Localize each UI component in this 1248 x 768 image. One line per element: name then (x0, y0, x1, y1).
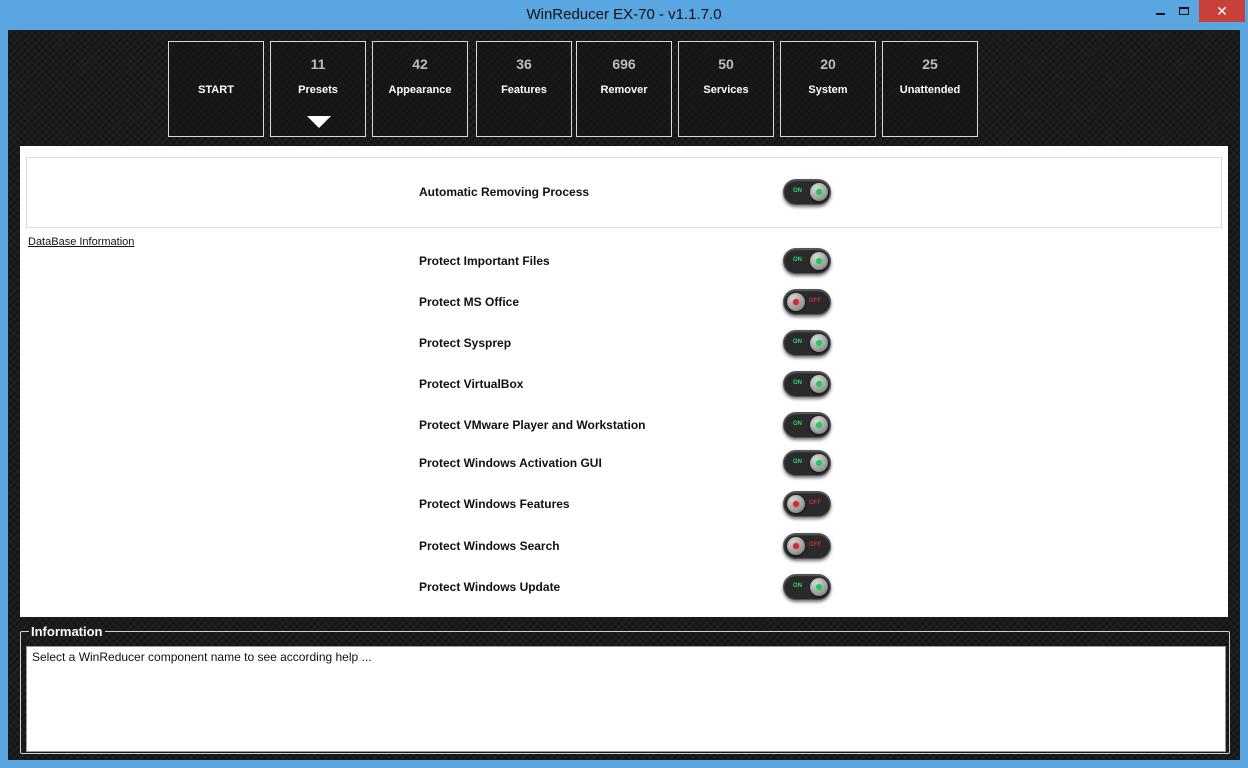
tile-count: 696 (612, 56, 636, 72)
toggle-knob-icon (810, 183, 828, 201)
tile-appearance[interactable]: 42 Appearance (372, 41, 468, 137)
toggle-knob-icon (810, 252, 828, 270)
minimize-icon (1155, 13, 1165, 15)
toggle-knob-icon (787, 495, 805, 513)
tile-features[interactable]: 36 Features (476, 41, 572, 137)
tile-count: 36 (516, 56, 532, 72)
options-panel: Automatic Removing Process ON DataBase I… (20, 146, 1228, 617)
toggle-state-text: ON (793, 188, 802, 194)
tile-label: System (808, 84, 848, 96)
tile-count: 50 (718, 56, 734, 72)
tile-presets[interactable]: 11 Presets (270, 41, 366, 137)
option-toggle[interactable]: OFF (783, 491, 831, 517)
tile-system[interactable]: 20 System (780, 41, 876, 137)
toggle-knob-icon (810, 416, 828, 434)
window-title: WinReducer EX-70 - v1.1.7.0 (526, 6, 722, 23)
toggle-knob-icon (810, 334, 828, 352)
automatic-removing-label: Automatic Removing Process (419, 185, 590, 199)
tile-count: 25 (922, 56, 938, 72)
tile-services[interactable]: 50 Services (678, 41, 774, 137)
tile-count: 20 (820, 56, 836, 72)
automatic-removing-toggle[interactable]: ON (783, 179, 831, 205)
tile-remover[interactable]: 696 Remover (576, 41, 672, 137)
tile-label: Services (703, 84, 749, 96)
option-label: Protect VMware Player and Workstation (419, 418, 646, 432)
tile-label: Features (501, 84, 547, 96)
option-label: Protect Windows Activation GUI (419, 456, 602, 470)
option-toggle[interactable]: OFF (783, 289, 831, 315)
option-label: Protect VirtualBox (419, 377, 524, 391)
option-label: Protect Windows Features (419, 497, 570, 511)
information-group: Information Select a WinReducer componen… (20, 624, 1230, 754)
toggle-state-text: ON (793, 583, 802, 589)
maximize-button[interactable] (1172, 0, 1196, 22)
toggle-state-text: OFF (809, 500, 821, 506)
close-icon: ✕ (1216, 2, 1228, 19)
tile-label: Remover (600, 84, 648, 96)
option-label: Protect Windows Update (419, 580, 561, 594)
toggle-state-text: OFF (809, 298, 821, 304)
toggle-state-text: ON (793, 421, 802, 427)
toggle-knob-icon (787, 537, 805, 555)
option-toggle[interactable]: ON (783, 248, 831, 274)
maximize-icon (1179, 7, 1189, 15)
toggle-state-text: ON (793, 380, 802, 386)
selected-arrow-icon (307, 116, 331, 128)
information-title: Information (29, 624, 105, 639)
tile-label: Presets (298, 84, 338, 96)
option-toggle[interactable]: ON (783, 330, 831, 356)
option-toggle[interactable]: ON (783, 371, 831, 397)
automatic-process-box (26, 157, 1222, 228)
option-toggle[interactable]: OFF (783, 533, 831, 559)
toggle-state-text: ON (793, 257, 802, 263)
option-toggle[interactable]: ON (783, 450, 831, 476)
information-textbox[interactable]: Select a WinReducer component name to se… (26, 646, 1226, 752)
toggle-knob-icon (810, 375, 828, 393)
tile-start[interactable]: START (168, 41, 264, 137)
toggle-knob-icon (810, 578, 828, 596)
tile-count: 42 (412, 56, 428, 72)
toggle-knob-icon (810, 454, 828, 472)
database-information-link[interactable]: DataBase Information (28, 236, 134, 248)
option-label: Protect Sysprep (419, 336, 512, 350)
option-label: Protect MS Office (419, 295, 520, 309)
option-toggle[interactable]: ON (783, 574, 831, 600)
close-button[interactable]: ✕ (1199, 0, 1245, 22)
option-label: Protect Windows Search (419, 539, 560, 553)
tile-label: Appearance (388, 84, 452, 96)
minimize-button[interactable] (1148, 0, 1172, 22)
tile-count: 11 (310, 56, 326, 72)
tile-unattended[interactable]: 25 Unattended (882, 41, 978, 137)
tile-label: Unattended (899, 84, 961, 96)
title-bar[interactable]: WinReducer EX-70 - v1.1.7.0 ✕ (0, 0, 1248, 30)
toggle-state-text: OFF (809, 542, 821, 548)
tile-label: START (198, 84, 234, 96)
option-label: Protect Important Files (419, 254, 550, 268)
toggle-knob-icon (787, 293, 805, 311)
toggle-state-text: ON (793, 339, 802, 345)
app-area: START 11 Presets 42 Appearance 36 Features 696 R… (8, 30, 1240, 760)
toggle-state-text: ON (793, 459, 802, 465)
option-toggle[interactable]: ON (783, 412, 831, 438)
